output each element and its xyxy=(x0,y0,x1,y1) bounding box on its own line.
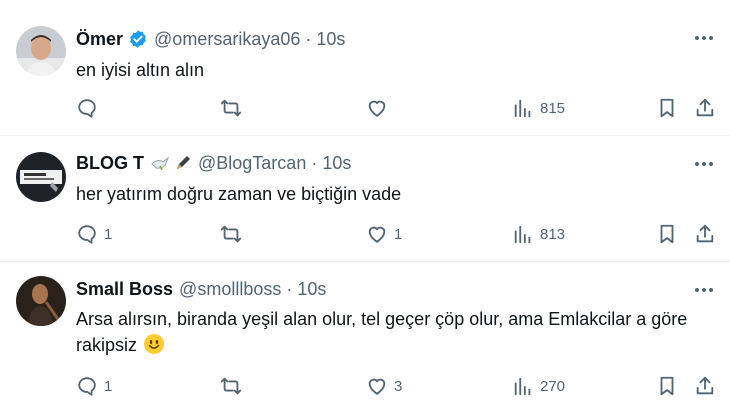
timestamp[interactable]: 10s xyxy=(316,28,345,50)
views-button[interactable]: 815 xyxy=(512,96,565,120)
more-options-icon[interactable] xyxy=(692,26,716,50)
separator-dot: · xyxy=(305,29,312,49)
tweet-actions: 815 xyxy=(76,96,720,120)
name-emojis xyxy=(150,154,192,172)
user-handle[interactable]: @smolllboss xyxy=(179,278,281,300)
heart-icon xyxy=(368,226,386,243)
smiling-face-emoji-icon xyxy=(144,334,165,354)
tweet-text: her yatırım doğru zaman ve biçtiğin vade xyxy=(76,184,402,204)
bookmark-icon xyxy=(660,376,674,396)
user-handle[interactable]: @BlogTarcan xyxy=(198,152,306,174)
reply-button[interactable]: 1 xyxy=(76,222,112,246)
reply-button[interactable] xyxy=(76,96,104,120)
avatar[interactable] xyxy=(16,26,66,76)
retweet-button[interactable] xyxy=(220,222,248,246)
share-icon xyxy=(696,376,714,395)
timestamp[interactable]: 10s xyxy=(297,278,326,300)
share-icon xyxy=(696,98,714,117)
bookmark-icon xyxy=(660,98,674,118)
bookmark-button[interactable] xyxy=(656,222,678,246)
reply-icon xyxy=(78,377,96,396)
tweet-text: Arsa alırsın, biranda yeşil alan olur, t… xyxy=(76,309,688,355)
tweet-text: en iyisi altın alın xyxy=(76,60,205,80)
separator-dot: · xyxy=(286,279,293,299)
display-name[interactable]: Small Boss xyxy=(76,278,173,300)
tweet-1[interactable]: Ömer @omersarikaya06 · 10s en iyisi altı… xyxy=(0,0,730,136)
like-count: 1 xyxy=(394,225,403,243)
views-count: 270 xyxy=(540,377,566,395)
share-icon xyxy=(696,224,714,243)
display-name[interactable]: BLOG T xyxy=(76,152,144,174)
more-options-icon[interactable] xyxy=(692,152,716,176)
bookmark-button[interactable] xyxy=(656,96,678,120)
heart-icon xyxy=(368,378,386,395)
views-count: 813 xyxy=(540,225,566,243)
views-count: 815 xyxy=(540,99,566,117)
pen-emoji-icon xyxy=(177,156,190,169)
tweet-feed: Ömer @omersarikaya06 · 10s en iyisi altı… xyxy=(0,0,730,420)
reply-count: 1 xyxy=(104,377,113,395)
bookmark-icon xyxy=(660,224,674,244)
views-button[interactable]: 270 xyxy=(512,374,565,398)
separator-dot: · xyxy=(311,153,318,173)
display-name[interactable]: Ömer xyxy=(76,28,123,50)
tweet-actions: 1 1 813 xyxy=(76,222,720,246)
verified-badge-icon xyxy=(128,29,148,49)
tweet-text-container: Arsa alırsın, biranda yeşil alan olur, t… xyxy=(76,306,721,358)
user-handle[interactable]: @omersarikaya06 xyxy=(154,28,300,50)
timestamp[interactable]: 10s xyxy=(322,152,351,174)
analytics-icon xyxy=(514,99,531,118)
like-count: 3 xyxy=(394,377,403,395)
tweet-header: Ömer @omersarikaya06 · 10s xyxy=(76,28,345,50)
analytics-icon xyxy=(514,377,531,396)
dove-emoji-icon xyxy=(151,156,170,171)
like-button[interactable]: 3 xyxy=(366,374,402,398)
retweet-icon xyxy=(220,225,242,243)
heart-icon xyxy=(368,100,386,117)
avatar[interactable] xyxy=(16,152,66,202)
reply-icon xyxy=(78,99,96,118)
bookmark-button[interactable] xyxy=(656,374,678,398)
reply-button[interactable]: 1 xyxy=(76,374,112,398)
like-button[interactable]: 1 xyxy=(366,222,402,246)
retweet-icon xyxy=(220,377,242,395)
share-button[interactable] xyxy=(694,374,716,398)
tweet-actions: 1 3 270 xyxy=(76,374,720,398)
share-button[interactable] xyxy=(694,96,716,120)
retweet-icon xyxy=(220,99,242,117)
like-button[interactable] xyxy=(366,96,394,120)
tweet-3[interactable]: Small Boss @smolllboss · 10s Arsa alırsı… xyxy=(0,262,730,420)
tweet-header: BLOG T @BlogTarcan · 10s xyxy=(76,152,351,174)
more-options-icon[interactable] xyxy=(692,278,716,302)
views-button[interactable]: 813 xyxy=(512,222,565,246)
share-button[interactable] xyxy=(694,222,716,246)
tweet-header: Small Boss @smolllboss · 10s xyxy=(76,278,326,300)
reply-icon xyxy=(78,225,96,244)
reply-count: 1 xyxy=(104,225,113,243)
avatar[interactable] xyxy=(16,276,66,326)
tweet-2[interactable]: BLOG T @BlogTarcan · 10s her yatırım doğ… xyxy=(0,136,730,262)
retweet-button[interactable] xyxy=(220,374,248,398)
analytics-icon xyxy=(514,225,531,244)
retweet-button[interactable] xyxy=(220,96,248,120)
